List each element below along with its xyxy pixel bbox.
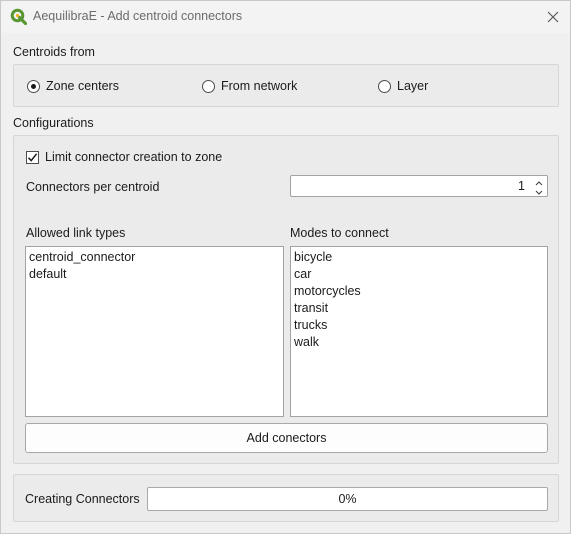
radio-circle[interactable] [27,79,40,93]
progress-text: 0% [338,492,357,506]
spinbox-value: 1 [518,179,525,193]
limit-zone-checkbox[interactable] [26,150,39,164]
spin-down-button[interactable] [532,186,546,195]
configurations-group: Limit connector creation to zone Connect… [13,135,559,464]
connectors-per-centroid-label: Connectors per centroid [26,180,160,194]
configurations-label: Configurations [13,116,94,130]
qgis-logo-icon [10,8,28,26]
close-icon [547,11,559,23]
radio-from-network[interactable]: From network [202,77,297,95]
list-item[interactable]: motorcycles [294,283,547,300]
list-item[interactable]: default [29,266,283,283]
radio-label: Layer [397,79,429,93]
chevron-down-icon [535,190,543,195]
connectors-per-centroid-spinbox[interactable]: 1 [290,175,548,197]
list-item[interactable]: transit [294,300,547,317]
add-connectors-button[interactable]: Add conectors [25,423,548,453]
limit-zone-checkbox-row[interactable]: Limit connector creation to zone [26,148,222,166]
radio-circle[interactable] [202,79,215,93]
radio-circle[interactable] [378,79,391,93]
radio-label: From network [221,79,298,93]
title-bar[interactable]: AequilibraE - Add centroid connectors [1,1,570,33]
dialog-window: AequilibraE - Add centroid connectors Ce… [0,0,571,534]
close-button[interactable] [536,1,570,33]
radio-zone-centers[interactable]: Zone centers [27,77,119,95]
modes-to-connect-label: Modes to connect [290,226,389,240]
allowed-link-types-list[interactable]: centroid_connector default [25,246,284,417]
checkmark-icon [27,152,38,162]
list-item[interactable]: trucks [294,317,547,334]
radio-layer[interactable]: Layer [378,77,428,95]
centroids-from-group: Zone centers From network Layer [13,64,559,107]
allowed-link-types-label: Allowed link types [26,226,126,240]
progress-group: Creating Connectors 0% [13,474,559,522]
spin-up-button[interactable] [532,177,546,186]
list-item[interactable]: centroid_connector [29,249,283,266]
list-item[interactable]: bicycle [294,249,547,266]
list-item[interactable]: car [294,266,547,283]
list-item[interactable]: walk [294,334,547,351]
centroids-from-label: Centroids from [13,45,95,59]
radio-label: Zone centers [46,79,119,93]
progress-bar: 0% [147,487,548,511]
modes-to-connect-list[interactable]: bicycle car motorcycles transit trucks w… [290,246,548,417]
window-title: AequilibraE - Add centroid connectors [33,9,243,23]
progress-label: Creating Connectors [25,492,140,506]
spinbox-arrows [532,177,546,195]
limit-zone-label: Limit connector creation to zone [45,150,223,164]
